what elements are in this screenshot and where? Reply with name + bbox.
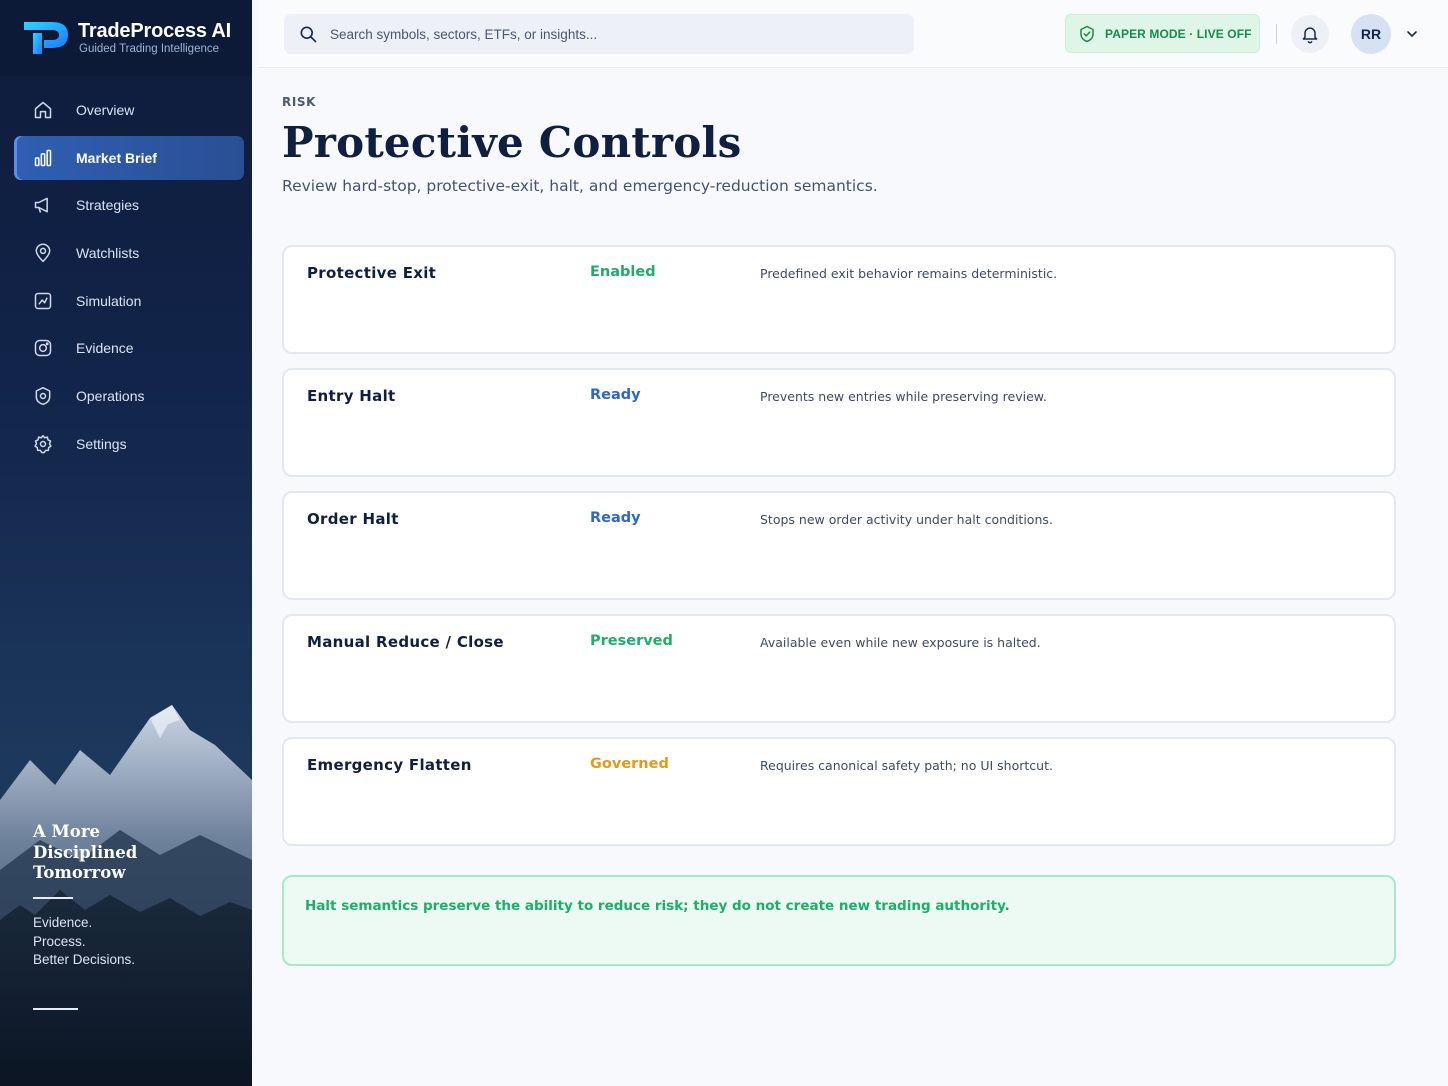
sidebar-motto: A More Disciplined Tomorrow: [33, 822, 213, 884]
sidebar-item-label: Market Brief: [76, 149, 157, 166]
sidebar-item-strategies[interactable]: Strategies: [14, 183, 244, 227]
halt-notice: Halt semantics preserve the ability to r…: [282, 875, 1396, 966]
sidebar-item-operations[interactable]: Operations: [14, 374, 244, 418]
brand-logo-icon: [24, 22, 68, 54]
motto-sub-line: Evidence.: [33, 915, 93, 930]
motto-line: Tomorrow: [33, 863, 126, 882]
page-subtitle: Review hard-stop, protective-exit, halt,…: [282, 177, 878, 195]
search-icon: [298, 24, 318, 44]
sidebar-item-label: Settings: [76, 435, 127, 452]
motto-sub-line: Process.: [33, 933, 86, 949]
sidebar-item-label: Overview: [76, 102, 135, 118]
search-input[interactable]: [330, 26, 890, 42]
bar-chart-icon: [32, 147, 54, 169]
page-title: Protective Controls: [282, 118, 742, 167]
brand-tagline: Guided Trading Intelligence: [79, 43, 220, 55]
map-pin-icon: [32, 242, 54, 264]
control-description: Prevents new entries while preserving re…: [760, 389, 1047, 404]
sidebar-motto-sub: Evidence. Process. Better Decisions.: [33, 914, 135, 970]
motto-line: A More: [33, 822, 101, 841]
sidebar-item-evidence[interactable]: Evidence: [14, 326, 244, 370]
paper-mode-label: PAPER MODE · LIVE OFF: [1105, 26, 1252, 41]
topbar: PAPER MODE · LIVE OFF RR: [258, 0, 1448, 68]
gear-icon: [32, 433, 54, 455]
control-status: Enabled: [590, 264, 656, 280]
sidebar-item-label: Strategies: [76, 197, 140, 214]
avatar[interactable]: RR: [1351, 14, 1391, 54]
control-status: Ready: [590, 510, 641, 526]
chevron-down-icon[interactable]: [1404, 26, 1420, 42]
control-name: Protective Exit: [307, 264, 437, 282]
section-eyebrow: RISK: [282, 95, 317, 109]
divider: [33, 897, 73, 899]
shield-target-icon: [32, 385, 54, 407]
megaphone-icon: [32, 194, 54, 216]
divider: [1276, 24, 1277, 44]
control-status: Governed: [590, 756, 669, 772]
bell-icon: [1300, 24, 1320, 44]
paper-mode-badge: PAPER MODE · LIVE OFF: [1065, 14, 1260, 53]
mountain-illustration: [0, 690, 252, 1086]
divider: [33, 1008, 78, 1010]
control-card: Manual Reduce / Close Preserved Availabl…: [282, 614, 1396, 723]
shield-check-icon: [1078, 25, 1096, 43]
control-card: Emergency Flatten Governed Requires cano…: [282, 737, 1396, 846]
control-card: Protective Exit Enabled Predefined exit …: [282, 245, 1396, 354]
sidebar: TradeProcess AI Guided Trading Intellige…: [0, 0, 252, 1086]
control-name: Emergency Flatten: [307, 756, 472, 774]
control-description: Predefined exit behavior remains determi…: [760, 266, 1058, 281]
sidebar-item-settings[interactable]: Settings: [14, 422, 244, 466]
sidebar-item-label: Evidence: [76, 340, 134, 357]
camera-icon: [32, 337, 54, 359]
control-card: Order Halt Ready Stops new order activit…: [282, 491, 1396, 600]
chart-box-icon: [32, 290, 54, 312]
sidebar-item-label: Watchlists: [76, 245, 140, 262]
control-name: Order Halt: [307, 510, 399, 528]
sidebar-nav: Overview Market Brief Strategies Watchli…: [14, 88, 244, 470]
sidebar-item-label: Simulation: [76, 292, 142, 309]
control-name: Manual Reduce / Close: [307, 633, 504, 651]
control-description: Requires canonical safety path; no UI sh…: [760, 758, 1053, 773]
control-status: Ready: [590, 387, 641, 403]
motto-sub-line: Better Decisions.: [33, 952, 136, 967]
brand-name: TradeProcess AI: [78, 20, 232, 42]
control-name: Entry Halt: [307, 387, 396, 405]
notice-text: Halt semantics preserve the ability to r…: [305, 898, 1010, 914]
control-card: Entry Halt Ready Prevents new entries wh…: [282, 368, 1396, 477]
sidebar-item-watchlists[interactable]: Watchlists: [14, 231, 244, 275]
control-description: Available even while new exposure is hal…: [760, 635, 1041, 650]
brand[interactable]: TradeProcess AI Guided Trading Intellige…: [0, 0, 252, 76]
control-status: Preserved: [590, 633, 673, 649]
sidebar-item-label: Operations: [76, 388, 145, 405]
sidebar-item-overview[interactable]: Overview: [14, 88, 244, 132]
search-box[interactable]: [284, 14, 914, 54]
home-icon: [32, 99, 54, 121]
notifications-button[interactable]: [1291, 15, 1329, 53]
sidebar-item-market-brief[interactable]: Market Brief: [14, 135, 244, 180]
control-description: Stops new order activity under halt cond…: [760, 512, 1053, 527]
motto-line: Disciplined: [33, 842, 138, 862]
sidebar-item-simulation[interactable]: Simulation: [14, 279, 244, 323]
